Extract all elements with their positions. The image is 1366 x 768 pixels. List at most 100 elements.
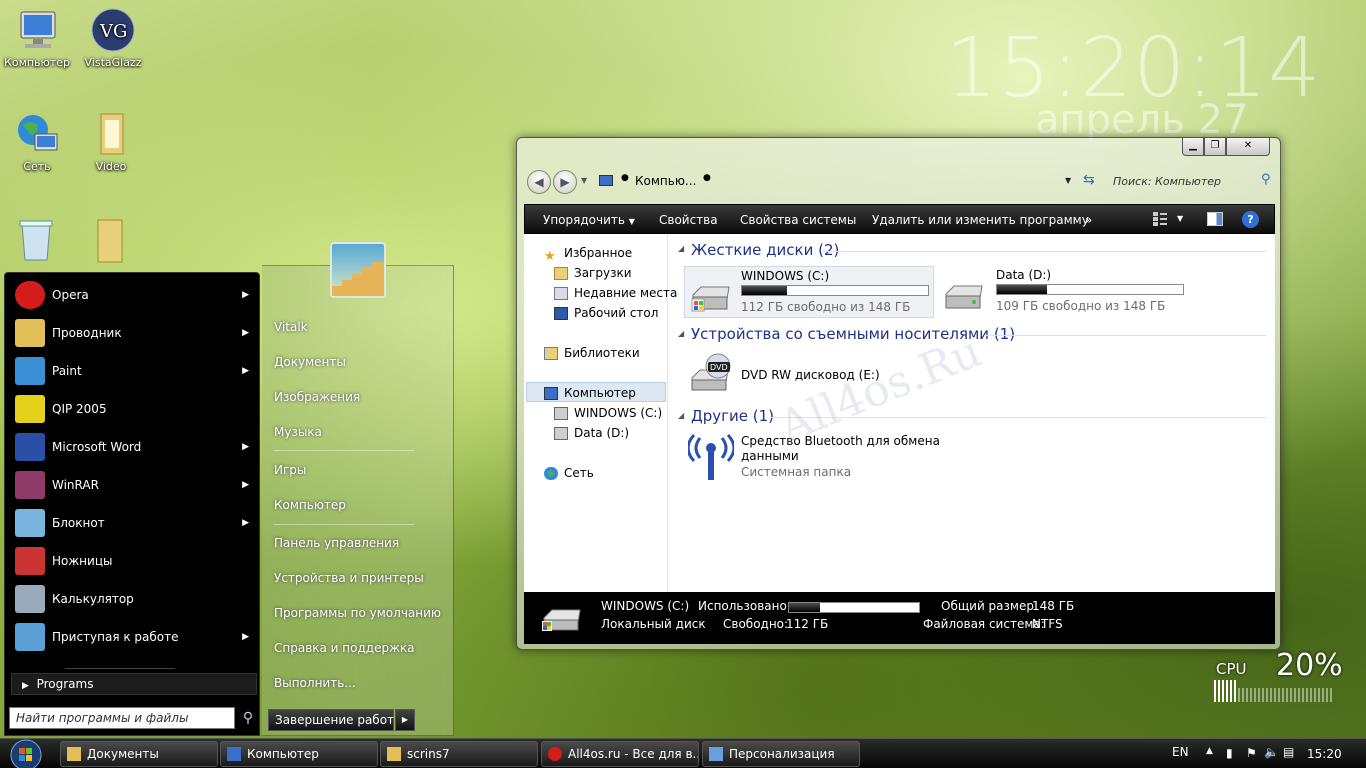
view-options-icon[interactable] bbox=[1153, 212, 1167, 226]
folder-icon[interactable] bbox=[88, 216, 132, 264]
nav-computer[interactable]: Компьютер bbox=[526, 382, 666, 402]
action-center-icon[interactable]: ⚑ bbox=[1246, 746, 1257, 760]
nav-recent-places[interactable]: Недавние места bbox=[554, 283, 677, 303]
shutdown-button[interactable]: Завершение работы bbox=[268, 709, 404, 731]
search-icon[interactable]: ⚲ bbox=[237, 707, 259, 729]
network-tray-icon[interactable]: ▤ bbox=[1283, 745, 1294, 759]
desktop-icon-label: VistaGlazz bbox=[84, 56, 142, 69]
start-button[interactable] bbox=[2, 737, 46, 768]
history-dropdown-icon[interactable]: ▼ bbox=[581, 176, 587, 185]
start-pictures[interactable]: Изображения bbox=[274, 390, 360, 404]
user-picture[interactable] bbox=[330, 242, 386, 298]
collapse-arrow-icon[interactable]: ◢ bbox=[678, 411, 684, 420]
collapse-arrow-icon[interactable]: ◢ bbox=[678, 329, 684, 338]
start-help[interactable]: Справка и поддержка bbox=[274, 641, 415, 655]
desktop-icon-network[interactable]: Сеть bbox=[0, 110, 74, 173]
properties-button[interactable]: Свойства bbox=[651, 205, 726, 235]
back-button[interactable]: ◀ bbox=[527, 170, 551, 194]
desktop-icon-computer[interactable]: Компьютер bbox=[0, 6, 74, 69]
start-item-6[interactable]: Блокнот ▶ bbox=[5, 504, 261, 542]
paint-icon bbox=[15, 357, 45, 385]
taskbar-button-0[interactable]: Документы bbox=[60, 741, 218, 767]
start-computer[interactable]: Компьютер bbox=[274, 498, 346, 512]
start-games[interactable]: Игры bbox=[274, 463, 306, 477]
shutdown-options-button[interactable]: ▶ bbox=[395, 709, 415, 731]
all-programs-button[interactable]: ▶ Programs bbox=[11, 673, 257, 695]
cpu-meter-bar bbox=[1230, 680, 1232, 702]
start-default-programs[interactable]: Программы по умолчанию bbox=[274, 606, 441, 620]
taskbar-button-label: All4os.ru - Все для в... bbox=[568, 747, 699, 761]
maximize-button[interactable]: ❐ bbox=[1204, 138, 1226, 156]
search-icon[interactable]: ⚲ bbox=[1261, 172, 1271, 187]
start-item-7[interactable]: Ножницы bbox=[5, 542, 261, 580]
section-other[interactable]: Другие (1) bbox=[691, 407, 774, 425]
address-dropdown-icon[interactable]: ▼ bbox=[1065, 176, 1071, 185]
start-item-3[interactable]: QIP 2005 bbox=[5, 390, 261, 428]
start-control-panel[interactable]: Панель управления bbox=[274, 536, 399, 550]
details-fs-label: Файловая система: bbox=[923, 617, 1045, 631]
start-item-label: Microsoft Word bbox=[52, 440, 142, 454]
search-input[interactable]: Поиск: Компьютер bbox=[1113, 175, 1221, 188]
arrow-right-icon: ▶ bbox=[242, 518, 249, 528]
start-item-1[interactable]: Проводник ▶ bbox=[5, 314, 261, 352]
taskbar-button-1[interactable]: Компьютер bbox=[220, 741, 378, 767]
nav-favorites[interactable]: ★ Избранное bbox=[544, 243, 632, 264]
more-commands-button[interactable]: » bbox=[1077, 205, 1100, 235]
nav-network[interactable]: Сеть bbox=[544, 463, 594, 483]
start-user[interactable]: Vitalk bbox=[274, 320, 308, 334]
bluetooth-type: Системная папка bbox=[741, 465, 852, 479]
refresh-icon[interactable]: ⇆ bbox=[1083, 172, 1095, 188]
start-item-0[interactable]: Opera ▶ bbox=[5, 276, 261, 314]
details-drive-type: Локальный диск bbox=[601, 617, 706, 631]
system-properties-button[interactable]: Свойства системы bbox=[732, 205, 864, 235]
volume-icon[interactable]: 🔈 bbox=[1264, 745, 1279, 759]
start-documents[interactable]: Документы bbox=[274, 355, 346, 369]
cpu-gadget[interactable]: CPU 20% bbox=[1214, 648, 1343, 708]
start-music[interactable]: Музыка bbox=[274, 425, 322, 439]
uninstall-program-button[interactable]: Удалить или изменить программу bbox=[864, 205, 1097, 235]
preview-pane-icon[interactable] bbox=[1207, 212, 1223, 226]
section-hard-drives[interactable]: Жесткие диски (2) bbox=[691, 241, 839, 259]
start-item-2[interactable]: Paint ▶ bbox=[5, 352, 261, 390]
winrar-icon bbox=[15, 471, 45, 499]
nav-drive-c[interactable]: WINDOWS (C:) bbox=[554, 403, 662, 423]
nav-libraries[interactable]: Библиотеки bbox=[544, 343, 640, 363]
cpu-value: 20% bbox=[1276, 648, 1343, 683]
start-item-9[interactable]: Приступая к работе ▶ bbox=[5, 618, 261, 656]
start-item-8[interactable]: Калькулятор bbox=[5, 580, 261, 618]
nav-desktop[interactable]: Рабочий стол bbox=[554, 303, 658, 323]
nav-downloads[interactable]: Загрузки bbox=[554, 263, 632, 283]
start-run[interactable]: Выполнить... bbox=[274, 676, 356, 690]
cpu-meter-bar bbox=[1258, 688, 1260, 702]
start-devices-printers[interactable]: Устройства и принтеры bbox=[274, 571, 424, 585]
close-button[interactable]: ✕ bbox=[1226, 138, 1270, 156]
minimize-button[interactable]: ▁ bbox=[1182, 138, 1204, 156]
desktop-icon-vistaglazz[interactable]: VG VistaGlazz bbox=[76, 6, 150, 69]
drive-c-tile[interactable]: WINDOWS (C:) 112 ГБ свободно из 148 ГБ bbox=[684, 266, 934, 318]
start-search-input[interactable]: Найти программы и файлы bbox=[9, 707, 235, 729]
drive-d-free: 109 ГБ свободно из 148 ГБ bbox=[996, 299, 1166, 313]
nav-drive-d[interactable]: Data (D:) bbox=[554, 423, 629, 443]
drive-d-tile[interactable]: Data (D:) 109 ГБ свободно из 148 ГБ bbox=[938, 266, 1198, 318]
details-usage-bar bbox=[788, 602, 920, 613]
help-icon[interactable]: ? bbox=[1242, 211, 1259, 228]
desktop-icon-video[interactable]: Video bbox=[74, 110, 148, 173]
start-item-5[interactable]: WinRAR ▶ bbox=[5, 466, 261, 504]
taskbar-button-3[interactable]: All4os.ru - Все для в... bbox=[541, 741, 699, 767]
cpu-meter-bar bbox=[1226, 680, 1228, 702]
recycle-bin-icon[interactable] bbox=[14, 216, 58, 264]
taskbar-button-2[interactable]: scrins7 bbox=[380, 741, 538, 767]
vistaglazz-icon: VG bbox=[89, 6, 137, 54]
forward-button[interactable]: ▶ bbox=[553, 170, 577, 194]
view-dropdown-icon[interactable]: ▼ bbox=[1177, 214, 1183, 223]
cpu-meter-bar bbox=[1330, 688, 1332, 702]
start-item-4[interactable]: Microsoft Word ▶ bbox=[5, 428, 261, 466]
taskbar-clock[interactable]: 15:20 bbox=[1307, 747, 1342, 761]
collapse-arrow-icon[interactable]: ◢ bbox=[678, 244, 684, 253]
power-icon[interactable]: ▮ bbox=[1226, 746, 1233, 760]
organize-button[interactable]: Упорядочить ▼ bbox=[535, 205, 643, 235]
language-indicator[interactable]: EN bbox=[1172, 745, 1189, 759]
breadcrumb-computer[interactable]: Компью... bbox=[635, 174, 696, 188]
taskbar-button-4[interactable]: Персонализация bbox=[702, 741, 860, 767]
tray-expand-icon[interactable]: ▲ bbox=[1206, 746, 1213, 756]
